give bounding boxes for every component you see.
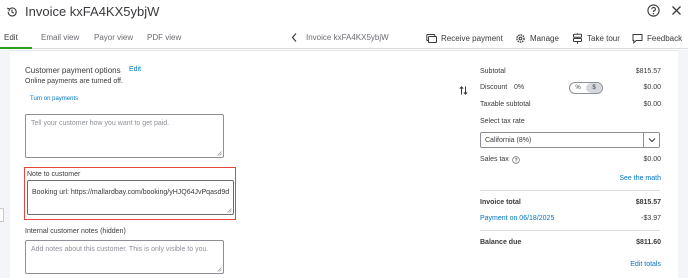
tax-rate-dropdown-toggle[interactable] xyxy=(643,133,659,147)
sales-tax-label: Sales tax xyxy=(480,156,509,163)
history-icon[interactable] xyxy=(6,6,18,18)
discount-type-toggle[interactable]: % $ xyxy=(569,82,603,94)
signpost-icon xyxy=(573,32,582,44)
payment-message-placeholder: Tell your customer how you want to get p… xyxy=(31,120,170,127)
tax-rate-value: California (8%) xyxy=(485,137,532,144)
receive-payment-button[interactable]: Receive payment xyxy=(426,31,503,45)
turn-on-payments-link[interactable]: Turn on payments xyxy=(30,96,78,102)
swap-discount-order-icon[interactable] xyxy=(459,85,468,96)
invoice-breadcrumb[interactable]: Invoice kxFA4KX5ybjW xyxy=(306,33,389,42)
note-to-customer-label: Note to customer xyxy=(27,171,81,178)
tab-edit[interactable]: Edit xyxy=(4,33,18,42)
internal-notes-field[interactable]: Add notes about this customer. This is o… xyxy=(25,240,224,274)
subtotal-value: $815.57 xyxy=(635,68,661,75)
chevron-down-icon xyxy=(648,138,656,143)
chat-bubble-icon xyxy=(632,33,643,44)
close-icon[interactable] xyxy=(671,5,682,16)
payment-options-title: Customer payment options xyxy=(25,66,121,75)
internal-notes-label: Internal customer notes (hidden) xyxy=(25,228,126,235)
gear-icon xyxy=(516,33,525,43)
note-to-customer-value: Booking url: https://mallardbay.com/book… xyxy=(32,189,230,196)
sales-tax-value: $0.00 xyxy=(643,156,661,163)
invoice-footer-card: Customer payment options Edit Online pay… xyxy=(10,50,678,278)
tab-email-view[interactable]: Email view xyxy=(41,33,79,42)
discount-label: Discount xyxy=(480,84,508,91)
discount-value: $0.00 xyxy=(643,84,661,91)
taxable-subtotal-value: $0.00 xyxy=(643,101,661,108)
see-the-math-link[interactable]: See the math xyxy=(619,175,661,182)
payment-options-status: Online payments are turned off. xyxy=(25,78,123,85)
resize-handle-icon[interactable] xyxy=(217,267,222,272)
discount-percent[interactable]: 0% xyxy=(514,84,524,91)
help-icon[interactable] xyxy=(647,4,660,17)
totals-divider xyxy=(480,190,660,191)
take-tour-label: Take tour xyxy=(587,33,620,43)
info-icon[interactable] xyxy=(512,156,520,164)
receive-payment-icon xyxy=(426,33,437,43)
dollar-option[interactable]: $ xyxy=(586,83,602,93)
subtotal-label: Subtotal xyxy=(480,68,506,75)
note-to-customer-field[interactable]: Booking url: https://mallardbay.com/book… xyxy=(27,180,234,215)
side-panel-handle[interactable] xyxy=(0,208,4,222)
resize-handle-icon[interactable] xyxy=(227,208,232,213)
payment-link[interactable]: Payment on 06/18/2025 xyxy=(480,215,554,222)
edit-totals-link[interactable]: Edit totals xyxy=(630,261,661,268)
invoice-total-label: Invoice total xyxy=(480,199,521,206)
resize-handle-icon[interactable] xyxy=(217,151,222,156)
top-bar: Invoice kxFA4KX5ybjW xyxy=(0,0,688,24)
active-tab-indicator xyxy=(0,47,32,49)
feedback-button[interactable]: Feedback xyxy=(632,31,682,45)
balance-divider xyxy=(480,230,660,231)
payment-message-field[interactable]: Tell your customer how you want to get p… xyxy=(25,114,224,158)
tax-rate-label: Select tax rate xyxy=(480,118,525,125)
take-tour-button[interactable]: Take tour xyxy=(572,31,620,45)
balance-due-value: $811.60 xyxy=(636,239,661,246)
manage-label: Manage xyxy=(530,33,559,43)
tax-rate-select[interactable]: California (8%) xyxy=(480,132,660,148)
internal-notes-placeholder: Add notes about this customer. This is o… xyxy=(31,246,209,253)
chevron-left-icon[interactable] xyxy=(290,32,299,43)
percent-option[interactable]: % xyxy=(570,83,586,93)
main-area: Customer payment options Edit Online pay… xyxy=(0,50,688,278)
payment-options-edit-link[interactable]: Edit xyxy=(129,66,141,73)
tab-payor-view[interactable]: Payor view xyxy=(94,33,133,42)
payment-value: -$3.97 xyxy=(641,215,661,222)
manage-button[interactable]: Manage xyxy=(515,31,559,45)
balance-due-label: Balance due xyxy=(480,239,522,246)
invoice-total-value: $815.57 xyxy=(635,199,661,206)
page-title: Invoice kxFA4KX5ybjW xyxy=(25,4,160,19)
tab-pdf-view[interactable]: PDF view xyxy=(147,33,181,42)
feedback-label: Feedback xyxy=(647,33,683,43)
taxable-subtotal-label: Taxable subtotal xyxy=(480,101,531,108)
tab-bar: Edit Email view Payor view PDF view Invo… xyxy=(0,26,688,49)
receive-payment-label: Receive payment xyxy=(441,33,503,43)
